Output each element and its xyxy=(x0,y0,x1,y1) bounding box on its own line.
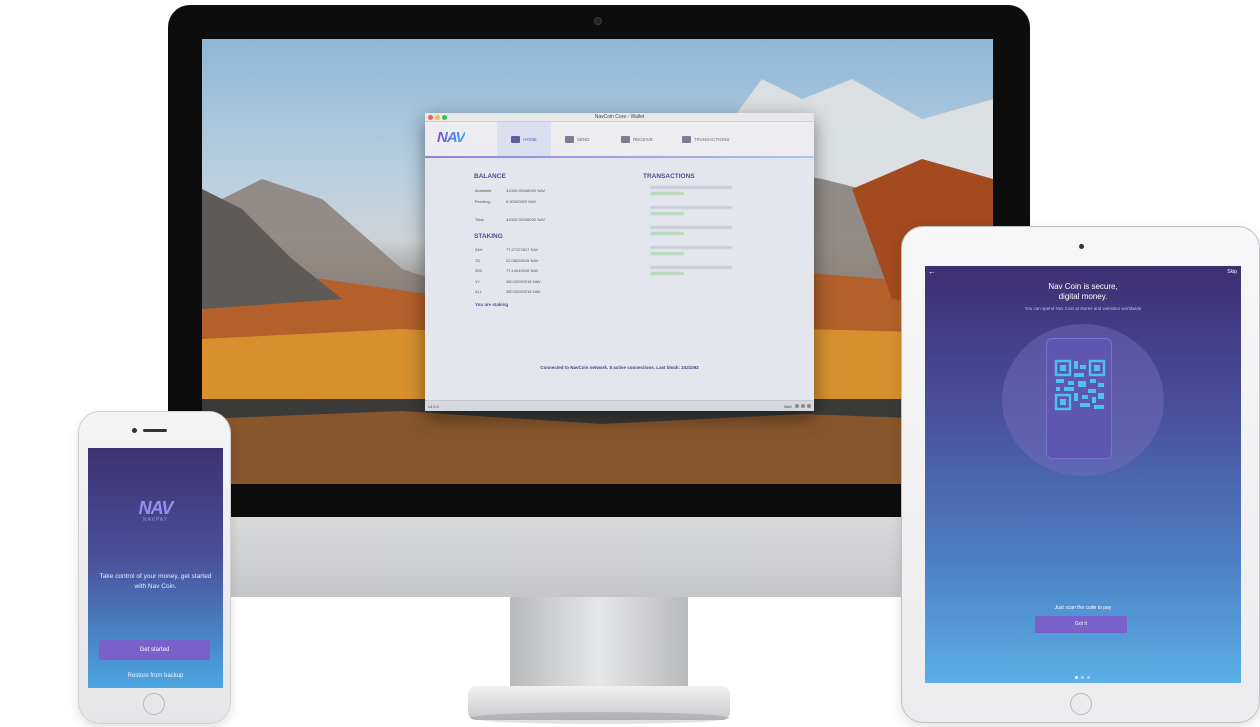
balance-heading: BALANCE xyxy=(474,173,506,180)
staking-value: 380.00000018 NAV xyxy=(506,279,541,284)
staking-status: You are staking xyxy=(475,302,509,307)
home-button[interactable] xyxy=(1070,693,1092,715)
stand-shadow xyxy=(470,712,730,724)
balance-label: Available: xyxy=(475,188,493,193)
window-titlebar: NavCoin Core - Wallet xyxy=(425,113,814,122)
status-bar: v4.0.0 NAV xyxy=(425,400,814,411)
staking-value: 380.00000018 NAV xyxy=(506,289,541,294)
page-dot[interactable] xyxy=(1075,676,1078,679)
staking-value: 22.08020016 NAV xyxy=(506,258,539,263)
tab-label: RECEIVE xyxy=(633,136,653,142)
wallet-nav-bar xyxy=(425,122,814,156)
balance-label: Pending: xyxy=(475,199,491,204)
tab-label: HOME xyxy=(523,136,537,142)
window-title: NavCoin Core - Wallet xyxy=(594,114,645,120)
staking-label: 7D xyxy=(475,258,481,263)
tab-label: TRANSACTIONS xyxy=(694,136,730,142)
balance-value: 41000.00048000 NAV xyxy=(506,188,546,193)
nav-logo: NAV xyxy=(138,498,174,518)
unit-label[interactable]: NAV xyxy=(784,404,792,409)
staking-label: 30D xyxy=(475,268,483,273)
camera-icon xyxy=(132,428,137,433)
staking-value: 77.27227817 NAV xyxy=(506,247,539,252)
camera-icon xyxy=(1079,244,1084,249)
skip-button[interactable]: Skip xyxy=(1227,269,1237,275)
staking-label: 24H xyxy=(475,247,483,252)
version-label: v4.0.0 xyxy=(428,404,439,409)
scan-instruction: Just scan the code to pay xyxy=(1054,605,1112,611)
onboarding-title: Nav Coin is secure, digital money. xyxy=(1048,282,1118,301)
page-indicator[interactable] xyxy=(1075,676,1090,679)
ipad-screen: ← Skip Nav Coin is secure, digital money… xyxy=(925,266,1241,683)
page-dot[interactable] xyxy=(1087,676,1090,679)
tab-send[interactable]: SEND xyxy=(565,122,605,156)
tab-receive[interactable]: RECEIVE xyxy=(621,122,671,156)
network-icon xyxy=(807,404,811,408)
camera-icon xyxy=(594,17,602,25)
staking-value: 77.14040016 NAV xyxy=(506,268,539,273)
staking-heading: STAKING xyxy=(474,233,503,240)
wallet-home-content: BALANCE Available: 41000.00048000 NAV Pe… xyxy=(425,158,814,400)
tab-home[interactable]: HOME xyxy=(497,122,551,156)
staking-label: 1Y xyxy=(475,279,480,284)
wallet-window: NavCoin Core - Wallet NAV HOME SEND RECE… xyxy=(425,113,814,411)
get-started-button[interactable]: Get started xyxy=(99,640,210,660)
iphone-device: NAV NAVPAY Take control of your money, g… xyxy=(78,411,231,724)
phone-illustration xyxy=(1046,338,1112,459)
nav-logo: NAV xyxy=(437,129,466,146)
staking-icon xyxy=(801,404,805,408)
speaker-grille xyxy=(143,429,167,432)
home-button[interactable] xyxy=(143,693,165,715)
qr-code-icon xyxy=(1054,359,1106,411)
transactions-heading: TRANSACTIONS xyxy=(643,173,695,180)
page-dot[interactable] xyxy=(1081,676,1084,679)
home-icon xyxy=(511,135,521,143)
device-mockup-stage: NavCoin Core - Wallet NAV HOME SEND RECE… xyxy=(0,0,1260,727)
balance-value: 0.00000000 NAV xyxy=(506,199,537,204)
connection-status: Connected to NavCoin network. 8 active c… xyxy=(540,365,699,370)
send-icon xyxy=(565,135,574,143)
back-arrow-icon[interactable]: ← xyxy=(928,267,936,276)
imac-stand xyxy=(510,597,688,689)
navpay-label: NAVPAY xyxy=(142,517,169,523)
transactions-icon xyxy=(682,135,691,143)
receive-icon xyxy=(621,135,630,143)
staking-label: ALL xyxy=(475,289,483,294)
onboarding-subtitle: You can spend Nav Coin at stores and web… xyxy=(1024,306,1142,311)
tab-transactions[interactable]: TRANSACTIONS xyxy=(682,122,752,156)
iphone-screen: NAV NAVPAY Take control of your money, g… xyxy=(88,448,223,688)
balance-label: Total: xyxy=(475,217,485,222)
restore-backup-link[interactable]: Restore from backup xyxy=(88,673,223,679)
tab-label: SEND xyxy=(577,136,590,142)
ipad-device: ← Skip Nav Coin is secure, digital money… xyxy=(901,226,1260,723)
balance-value: 41000.00048000 NAV xyxy=(506,217,546,222)
welcome-message: Take control of your money, get started … xyxy=(99,573,212,590)
got-it-button[interactable]: Got it xyxy=(1035,616,1127,633)
lock-icon xyxy=(795,404,799,408)
